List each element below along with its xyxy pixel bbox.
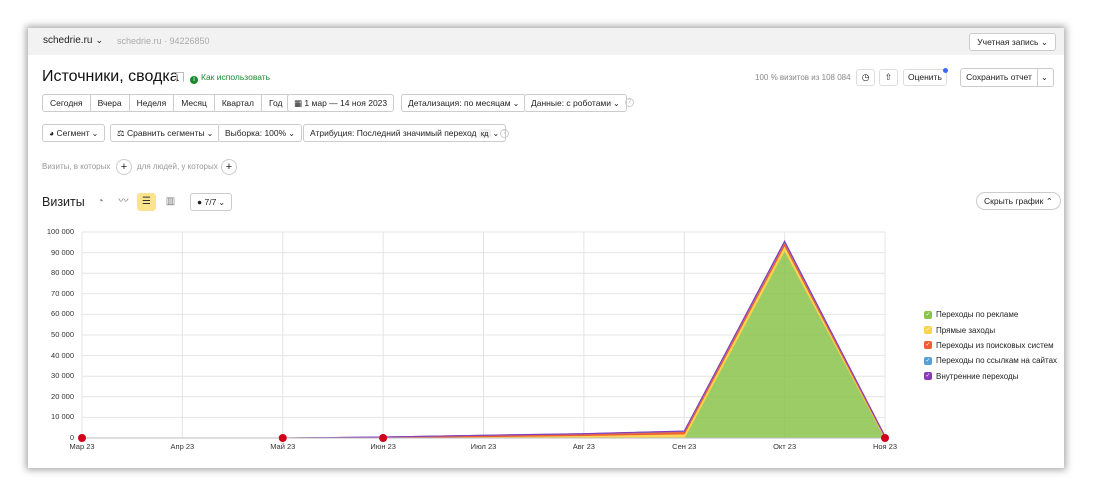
legend-label: Переходы по рекламе xyxy=(936,310,1019,320)
legend-label: Переходы по ссылкам на сайтах xyxy=(936,356,1058,366)
legend-item[interactable]: ✓ Переходы по ссылкам на сайтах xyxy=(924,353,1057,368)
checkbox-icon: ✓ xyxy=(924,356,932,365)
checkbox-icon: ✓ xyxy=(924,372,932,381)
legend-label: Переходы из поисковых систем xyxy=(936,340,1054,350)
event-marker xyxy=(379,434,388,442)
report-window: schedrie.ru ⌄ schedrie.ru · 94226850 Учет… xyxy=(28,28,1064,468)
checkbox-icon: ✓ xyxy=(924,310,932,319)
event-marker xyxy=(278,434,287,442)
legend-item[interactable]: ✓ Внутренние переходы xyxy=(924,369,1057,384)
visits-chart xyxy=(78,231,889,442)
legend-item[interactable]: ✓ Переходы по рекламе xyxy=(924,307,1057,322)
checkbox-icon: ✓ xyxy=(924,341,932,350)
checkbox-icon: ✓ xyxy=(924,326,932,335)
legend-label: Прямые заходы xyxy=(936,325,996,335)
event-marker xyxy=(881,434,889,442)
legend-label: Внутренние переходы xyxy=(936,371,1019,381)
legend-item[interactable]: ✓ Переходы из поисковых систем xyxy=(924,338,1057,353)
event-marker xyxy=(78,434,86,442)
chart-legend: ✓ Переходы по рекламе ✓ Прямые заходы ✓ Перех… xyxy=(924,307,1057,384)
legend-item[interactable]: ✓ Прямые заходы xyxy=(924,322,1057,337)
